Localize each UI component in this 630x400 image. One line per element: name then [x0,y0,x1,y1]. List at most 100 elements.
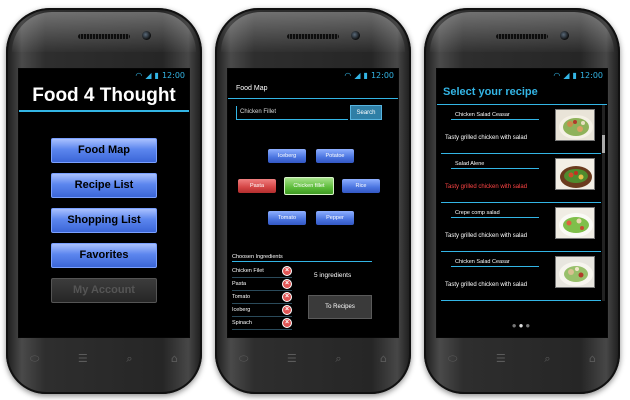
nav-bar: ⬭ ☰ ⌕ ⌂ [239,352,387,366]
phone-1: ◠ ◢ ▮ 12:00 Food 4 Thought Food Map Reci… [6,8,202,394]
list-item: Pasta × [232,278,292,291]
ingredient-label: Chicken Filet [232,268,264,274]
ingredient-label: Spinach [232,320,252,326]
chosen-ingredients-list: Chicken Filet × Pasta × Tomato × Iceberg… [232,265,292,330]
ingredient-count: 5 ingredients [314,272,352,279]
recipe-name: Chicken Salad Ceasar [451,259,539,267]
battery-icon: ▮ [154,70,159,80]
recipe-name: Chicken Salad Ceasar [451,112,539,120]
back-icon[interactable]: ⬭ [448,352,457,366]
app-title: Food 4 Thought [19,85,189,112]
nav-bar: ⬭ ☰ ⌕ ⌂ [30,352,178,366]
food-map-button[interactable]: Food Map [51,138,157,163]
home-icon[interactable]: ☰ [287,352,297,366]
back-icon[interactable]: ⬭ [239,352,248,366]
front-camera [351,31,360,40]
home-screen: ◠ ◢ ▮ 12:00 Food 4 Thought Food Map Reci… [18,68,190,338]
status-bar: ◠ ◢ ▮ 12:00 [19,69,189,81]
chip-rice[interactable]: Rice [342,179,380,193]
list-item: Iceberg × [232,304,292,317]
search-icon[interactable]: ⌕ [335,352,341,366]
remove-icon[interactable]: × [282,292,292,302]
recipe-card[interactable]: Salad Alene Tasty grilled chicken with s… [441,154,601,203]
page-dot[interactable]: ● [512,321,519,330]
ingredient-label: Tomato [232,294,251,300]
home-icon[interactable]: ☰ [496,352,506,366]
chip-pasta[interactable]: Pasta [238,179,276,193]
list-item: Tomato × [232,291,292,304]
search-icon[interactable]: ⌕ [126,352,132,366]
back-icon[interactable]: ⬭ [30,352,39,366]
screen-title: Food Map [228,81,398,99]
list-scrollbar[interactable] [602,105,605,301]
search-button[interactable]: Search [350,105,382,120]
recent-apps-icon[interactable]: ⌂ [589,352,596,366]
search-icon[interactable]: ⌕ [544,352,550,366]
recipe-select-screen: ◠ ◢ ▮ 12:00 Select your recipe Chicken S… [436,68,608,338]
recipe-list: Chicken Salad Ceasar Tasty grilled chick… [441,105,601,301]
speaker-grille [496,34,548,39]
page-dot[interactable]: ● [525,321,532,330]
screen-title: Select your recipe [437,81,607,105]
speaker-grille [287,34,339,39]
signal-icon: ◢ [145,70,152,80]
nav-bar: ⬭ ☰ ⌕ ⌂ [448,352,596,366]
battery-icon: ▮ [572,70,577,80]
list-item: Spinach × [232,317,292,330]
ingredient-search-input[interactable]: Chicken Fillet [236,105,348,120]
my-account-button[interactable]: My Account [51,278,157,303]
phone-3: ◠ ◢ ▮ 12:00 Select your recipe Chicken S… [424,8,620,394]
chip-iceberg[interactable]: Iceberg [268,149,306,163]
recipe-description: Tasty grilled chicken with salad [445,233,528,239]
phone-2: ◠ ◢ ▮ 12:00 Food Map Chicken Fillet Sear… [215,8,411,394]
list-item: Chicken Filet × [232,265,292,278]
to-recipes-button[interactable]: To Recipes [308,295,372,319]
recipe-card[interactable]: Chicken Salad Ceasar Tasty grilled chick… [441,105,601,154]
recipe-name: Crepe comp salad [451,210,539,218]
front-camera [142,31,151,40]
status-bar: ◠ ◢ ▮ 12:00 [437,69,607,81]
battery-icon: ▮ [363,70,368,80]
wifi-icon: ◠ [344,70,352,80]
wifi-icon: ◠ [135,70,143,80]
recipe-photo [555,158,595,190]
recipe-photo [555,256,595,288]
recent-apps-icon[interactable]: ⌂ [380,352,387,366]
remove-icon[interactable]: × [282,305,292,315]
status-bar: ◠ ◢ ▮ 12:00 [228,69,398,81]
wifi-icon: ◠ [553,70,561,80]
front-camera [560,31,569,40]
recipe-name: Salad Alene [451,161,539,169]
recent-apps-icon[interactable]: ⌂ [171,352,178,366]
recipe-description: Tasty grilled chicken with salad [445,282,528,288]
recipe-card[interactable]: Chicken Salad Ceasar Tasty grilled chick… [441,252,601,301]
speaker-grille [78,34,130,39]
chip-potatoe[interactable]: Potatoe [316,149,354,163]
status-time: 12:00 [370,70,394,80]
home-icon[interactable]: ☰ [78,352,88,366]
status-time: 12:00 [161,70,185,80]
ingredient-label: Iceberg [232,307,251,313]
recipe-card[interactable]: Crepe comp salad Tasty grilled chicken w… [441,203,601,252]
scroll-thumb[interactable] [602,135,605,153]
recipe-description: Tasty grilled chicken with salad [445,184,528,190]
chip-tomato[interactable]: Tomato [268,211,306,225]
recipe-photo [555,207,595,239]
signal-icon: ◢ [563,70,570,80]
status-time: 12:00 [579,70,603,80]
search-bar: Chicken Fillet Search [228,99,398,120]
remove-icon[interactable]: × [282,279,292,289]
remove-icon[interactable]: × [282,266,292,276]
chip-pepper[interactable]: Pepper [316,211,354,225]
food-map-screen: ◠ ◢ ▮ 12:00 Food Map Chicken Fillet Sear… [227,68,399,338]
remove-icon[interactable]: × [282,318,292,328]
chip-chicken-fillet[interactable]: Chicken fillet [284,177,334,195]
ingredient-label: Pasta [232,281,247,287]
page-indicator: ●●● [437,321,607,330]
recipe-description: Tasty grilled chicken with salad [445,135,528,141]
favorites-button[interactable]: Favorites [51,243,157,268]
chosen-ingredients-heading: Choosen Ingredients [232,254,372,262]
shopping-list-button[interactable]: Shopping List [51,208,157,233]
main-menu: Food Map Recipe List Shopping List Favor… [19,138,189,303]
recipe-list-button[interactable]: Recipe List [51,173,157,198]
